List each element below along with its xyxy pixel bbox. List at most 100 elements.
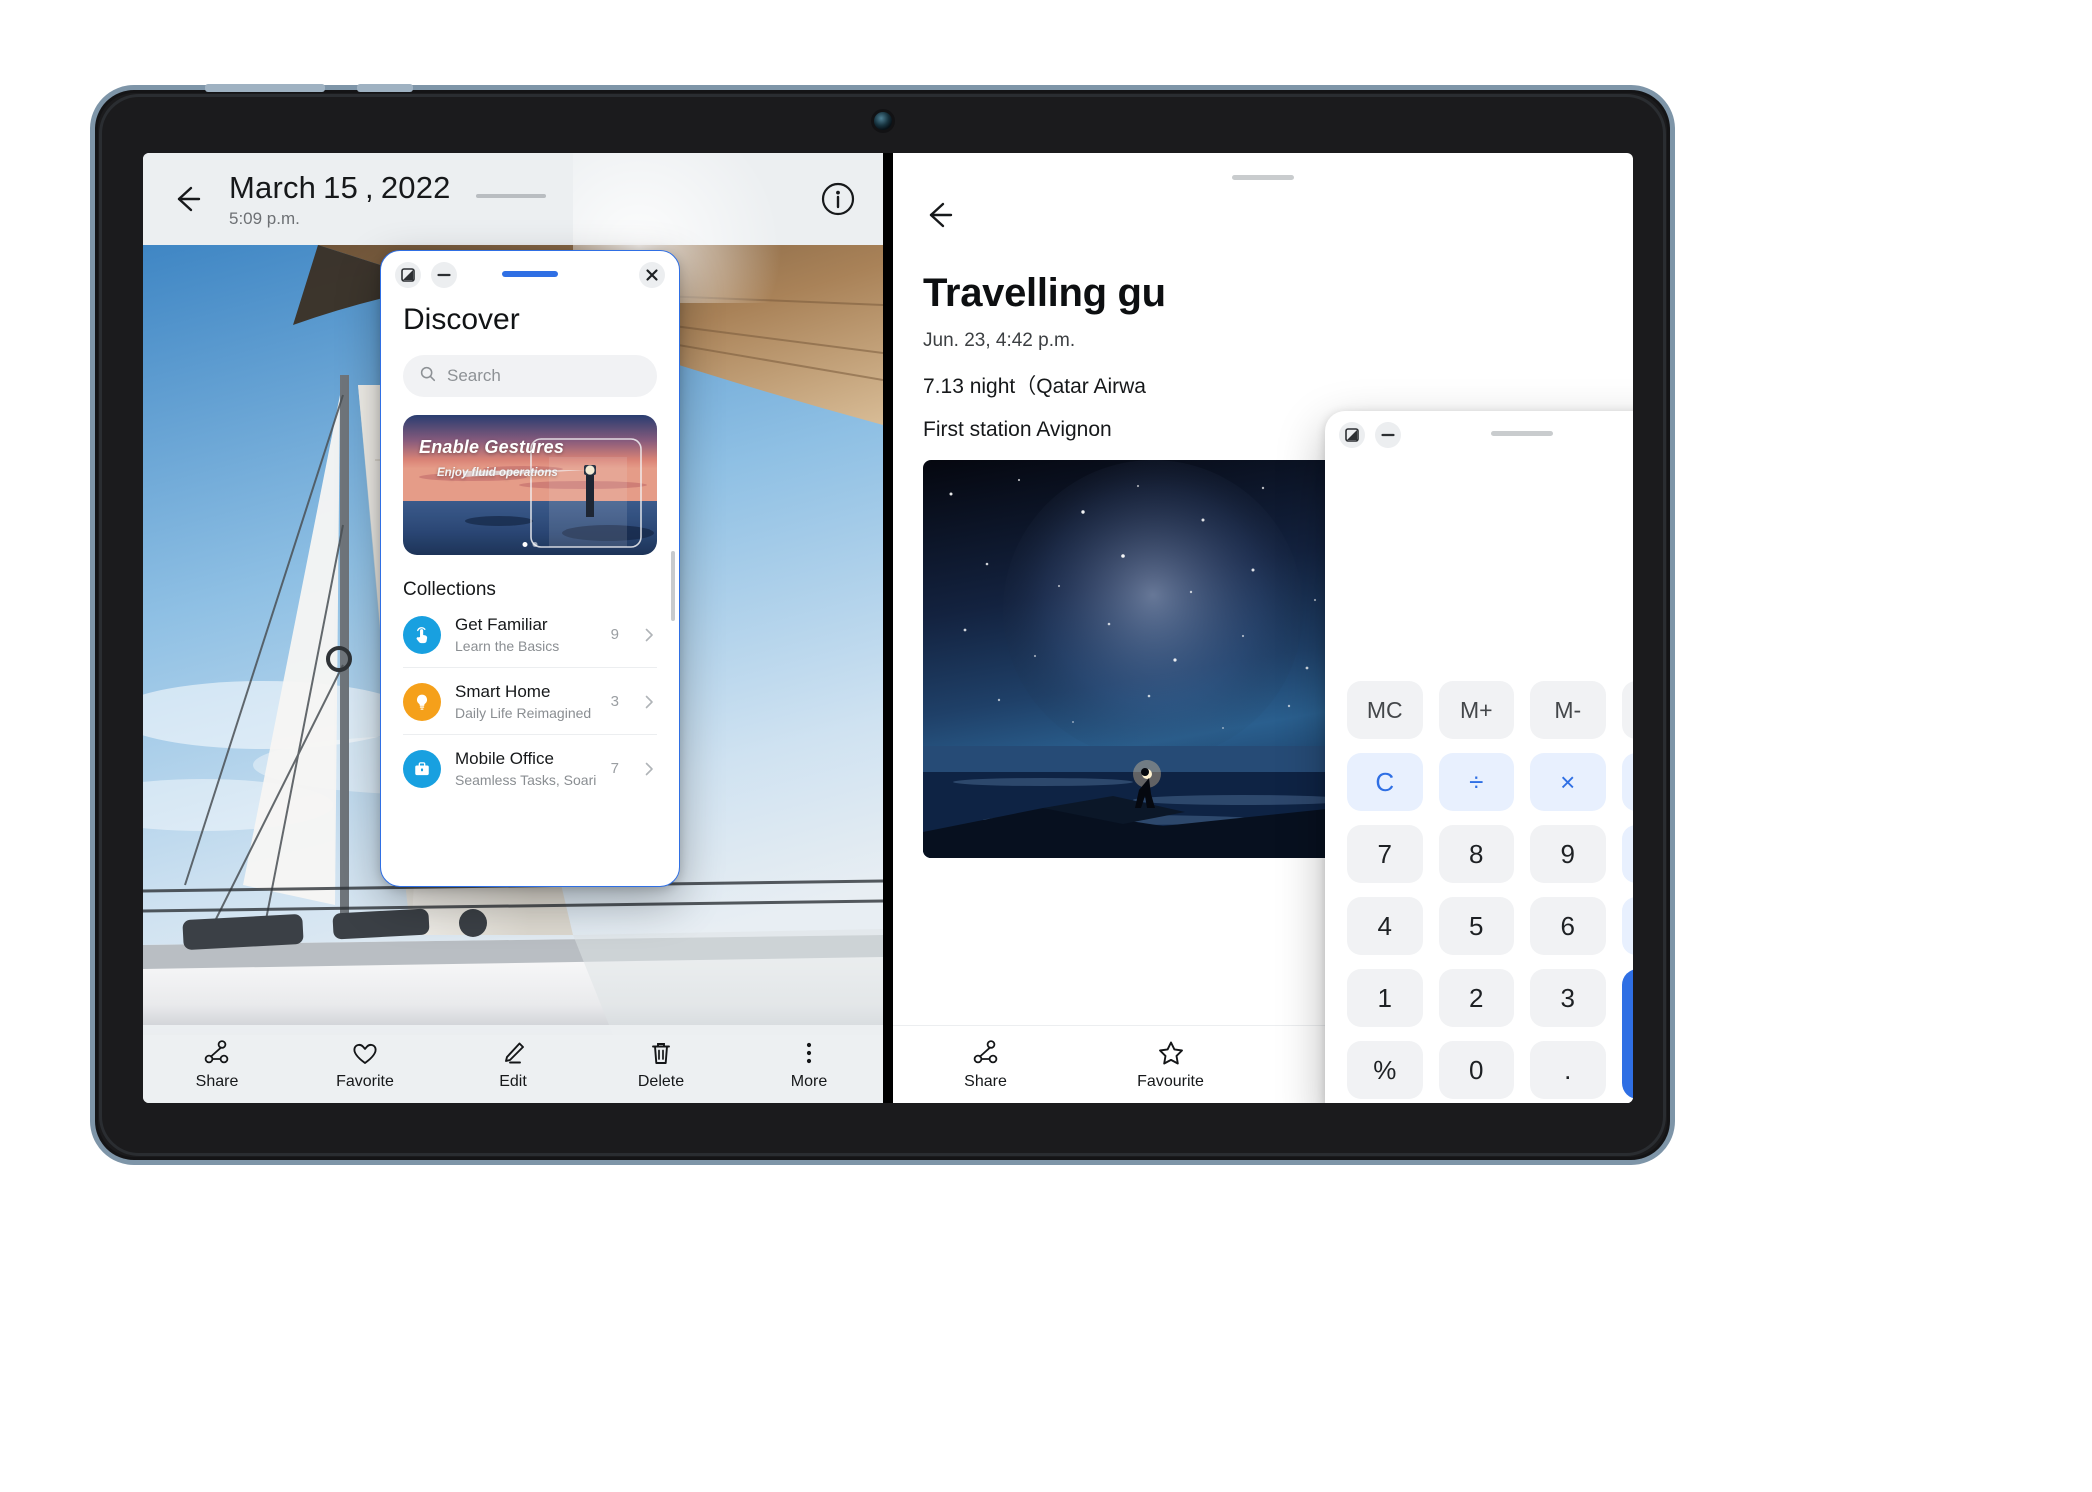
gallery-date: March 15 , 2022 [229, 170, 546, 206]
action-favorite[interactable]: Favorite [291, 1038, 439, 1091]
discover-scrollbar[interactable] [671, 551, 675, 621]
list-item-count: 9 [610, 626, 619, 643]
banner-subtitle: Enjoy fluid operations [437, 467, 558, 479]
antenna-strip-left [205, 84, 325, 92]
banner-title: Enable Gestures [419, 437, 565, 457]
list-item[interactable]: Smart Home Daily Life Reimagined 3 [403, 668, 657, 735]
resize-split-icon[interactable] [1339, 422, 1365, 448]
list-item-title: Mobile Office [455, 749, 554, 768]
key-clear[interactable]: C [1347, 753, 1423, 811]
key-0[interactable]: 0 [1438, 1041, 1514, 1099]
key-m-minus[interactable]: M- [1530, 681, 1606, 739]
note-line: 7.13 night（Qatar Airwa [923, 375, 1146, 398]
pencil-icon [498, 1038, 528, 1068]
minimize-minus-icon[interactable] [1375, 422, 1401, 448]
action-edit[interactable]: Edit [439, 1038, 587, 1091]
list-item-text: Mobile Office Seamless Tasks, Soaring E… [455, 749, 597, 788]
list-item-count: 3 [610, 693, 619, 710]
key-1[interactable]: 1 [1347, 969, 1423, 1027]
action-share[interactable]: Share [143, 1038, 291, 1091]
key-8[interactable]: 8 [1438, 825, 1514, 883]
key-mc[interactable]: MC [1347, 681, 1423, 739]
back-arrow-icon[interactable] [919, 195, 959, 235]
action-more[interactable]: More [735, 1038, 883, 1091]
key-percent[interactable]: % [1347, 1041, 1423, 1099]
key-decimal[interactable]: . [1530, 1041, 1606, 1099]
list-item-title: Smart Home [455, 682, 551, 701]
list-item[interactable]: Get Familiar Learn the Basics 9 [403, 601, 657, 668]
key-6[interactable]: 6 [1530, 897, 1606, 955]
list-item-text: Smart Home Daily Life Reimagined [455, 682, 597, 721]
resize-split-icon[interactable] [395, 262, 421, 288]
key-plus[interactable]: + [1621, 897, 1633, 955]
list-item[interactable]: Mobile Office Seamless Tasks, Soaring E…… [403, 735, 657, 801]
action-label: Edit [499, 1072, 527, 1090]
antenna-strip-right [357, 84, 413, 92]
share-nodes-icon [971, 1038, 1001, 1068]
calculator-floating-window[interactable]: MC M+ M- MR C ÷ × 7 8 9 [1325, 411, 1633, 1103]
list-item-text: Get Familiar Learn the Basics [455, 615, 597, 654]
list-item-count: 7 [610, 760, 619, 777]
search-input[interactable]: Search [403, 355, 657, 397]
action-share[interactable]: Share [893, 1038, 1078, 1091]
chevron-right-icon [641, 694, 657, 710]
touch-hand-icon [403, 615, 441, 654]
key-3[interactable]: 3 [1530, 969, 1606, 1027]
gallery-app-pane: March 15 , 2022 5:09 p.m. Share Favorite… [143, 153, 883, 1103]
window-drag-handle[interactable] [1232, 175, 1294, 180]
gallery-action-bar: Share Favorite Edit Delete More [143, 1025, 883, 1103]
gallery-month: March [229, 169, 317, 205]
action-label: Delete [637, 1072, 685, 1090]
lightbulb-icon [403, 682, 441, 721]
notes-window-titlebar[interactable] [893, 153, 1633, 228]
key-mr[interactable]: MR [1621, 681, 1633, 739]
banner-dot[interactable] [522, 542, 528, 547]
minimize-minus-icon[interactable] [431, 262, 457, 288]
discover-window-titlebar[interactable] [381, 251, 679, 299]
back-arrow-icon[interactable] [167, 179, 207, 219]
split-screen-divider[interactable] [883, 153, 893, 1103]
action-label: Favourite [1137, 1073, 1204, 1090]
key-4[interactable]: 4 [1347, 897, 1423, 955]
screenshot-canvas: March 15 , 2022 5:09 p.m. Share Favorite… [0, 0, 2092, 1492]
calculator-window-titlebar[interactable] [1325, 411, 1633, 459]
star-icon [1156, 1038, 1186, 1068]
tablet-device: March 15 , 2022 5:09 p.m. Share Favorite… [90, 84, 1675, 1165]
discover-floating-window[interactable]: Discover Search Enable Gestures Enjoy fl… [380, 250, 680, 887]
discover-content: Discover Search Enable Gestures Enjoy fl… [381, 303, 679, 801]
heart-icon [350, 1038, 380, 1068]
close-x-icon[interactable] [639, 262, 665, 288]
promo-banner[interactable]: Enable Gestures Enjoy fluid operations [403, 415, 657, 555]
note-timestamp: Jun. 23, 4:42 p.m. [923, 330, 1076, 351]
front-camera-icon [873, 112, 892, 130]
key-equals[interactable]: = [1621, 969, 1633, 1099]
gallery-year: 2022 [380, 169, 451, 205]
key-divide[interactable]: ÷ [1438, 753, 1514, 811]
calculator-keypad: MC M+ M- MR C ÷ × 7 8 9 [1325, 681, 1633, 1099]
key-multiply[interactable]: × [1530, 753, 1606, 811]
key-m-plus[interactable]: M+ [1438, 681, 1514, 739]
banner-dot[interactable] [532, 542, 538, 547]
list-item-subtitle: Learn the Basics [455, 638, 560, 654]
backspace-icon[interactable] [1621, 753, 1633, 811]
gallery-time: 5:09 p.m. [229, 208, 300, 228]
list-item-title: Get Familiar [455, 615, 548, 634]
window-drag-handle[interactable] [1491, 431, 1553, 436]
tablet-screen: March 15 , 2022 5:09 p.m. Share Favorite… [143, 153, 1633, 1103]
key-5[interactable]: 5 [1438, 897, 1514, 955]
info-circle-icon[interactable] [817, 178, 859, 220]
gallery-day: 15 [323, 169, 359, 205]
list-item-subtitle: Daily Life Reimagined [455, 705, 592, 721]
key-7[interactable]: 7 [1347, 825, 1423, 883]
key-9[interactable]: 9 [1530, 825, 1606, 883]
trash-icon [646, 1038, 676, 1068]
action-delete[interactable]: Delete [587, 1038, 735, 1091]
key-minus[interactable]: − [1621, 825, 1633, 883]
action-label: Share [964, 1073, 1007, 1090]
action-favourite[interactable]: Favourite [1078, 1038, 1263, 1091]
window-drag-handle[interactable] [502, 271, 558, 277]
key-2[interactable]: 2 [1438, 969, 1514, 1027]
action-label: Share [195, 1072, 239, 1090]
banner-pagination-dots[interactable] [522, 542, 538, 547]
note-attached-photo[interactable] [923, 460, 1375, 858]
